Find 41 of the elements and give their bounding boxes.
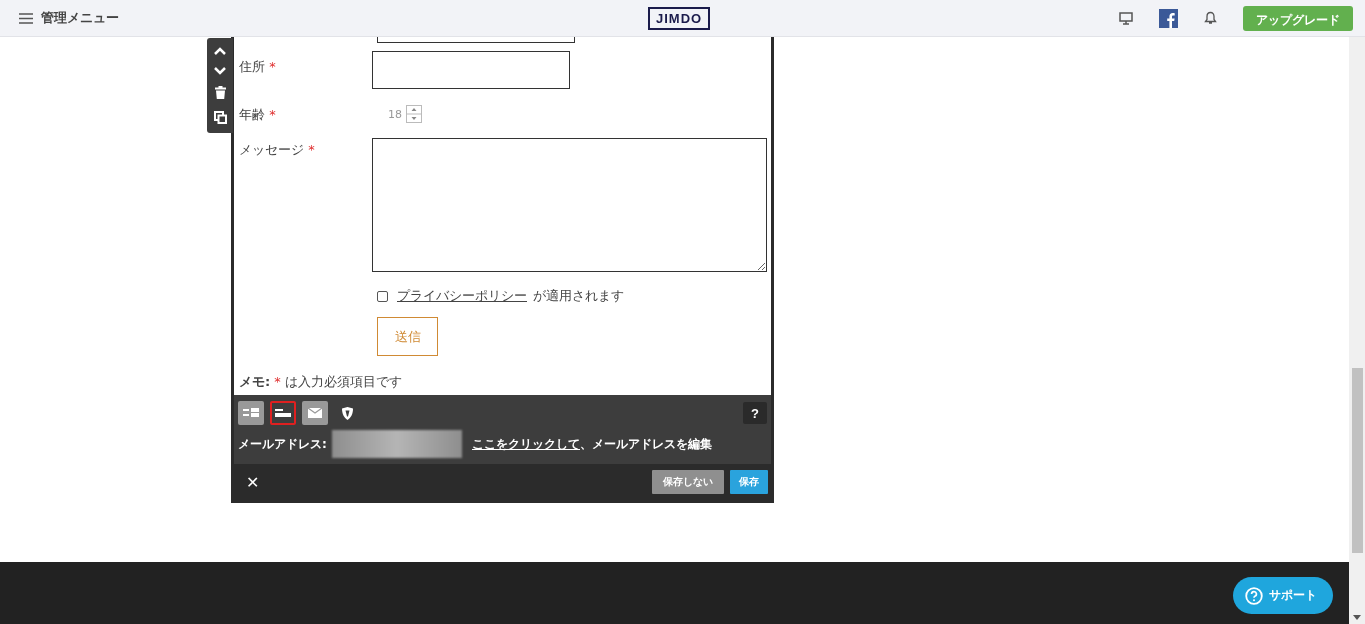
help-button[interactable]: ? (743, 402, 767, 424)
privacy-policy-link[interactable]: プライバシーポリシー (397, 287, 527, 305)
shield-icon (341, 406, 353, 420)
logo[interactable]: JIMDO (648, 7, 711, 30)
scrollbar-thumb[interactable] (1352, 368, 1363, 553)
chevron-down-icon[interactable] (214, 66, 226, 75)
copy-icon[interactable] (213, 111, 227, 125)
scroll-down-icon[interactable] (1353, 615, 1361, 620)
field-label: メッセージ * (239, 141, 316, 159)
required-mark: * (269, 107, 276, 122)
columns-tab[interactable] (238, 401, 264, 425)
privacy-checkbox[interactable] (377, 290, 388, 302)
required-mark: * (269, 59, 276, 74)
trash-icon[interactable] (214, 86, 226, 100)
edit-email-link[interactable]: ここをクリックして (472, 436, 580, 451)
mail-tab[interactable] (302, 401, 328, 425)
number-value: 18 (388, 107, 402, 121)
email-label: メールアドレス: (238, 435, 328, 453)
monitor-icon[interactable] (1119, 11, 1133, 25)
help-circle-icon (1245, 586, 1263, 605)
field-label: 年齢 * (239, 106, 277, 124)
layout-icon (275, 408, 291, 418)
message-field[interactable] (372, 138, 767, 272)
close-button[interactable]: ✕ (246, 472, 259, 492)
memo-text: メモ: * は入力必須項目です (239, 373, 403, 391)
menu-icon[interactable] (19, 12, 33, 24)
layout-icon (243, 408, 259, 418)
chevron-up-icon[interactable] (214, 46, 226, 55)
rows-tab[interactable] (270, 401, 296, 425)
mail-icon (308, 408, 322, 418)
input-field[interactable] (372, 51, 570, 89)
edit-email-text: 、メールアドレスを編集 (580, 436, 712, 451)
menu-label[interactable]: 管理メニュー (41, 9, 119, 27)
input-field[interactable] (377, 37, 575, 43)
bell-icon[interactable] (1204, 11, 1217, 25)
field-label: 住所 * (239, 58, 277, 76)
spinner-icon[interactable] (406, 105, 422, 123)
privacy-text: が適用されます (533, 287, 624, 305)
scrollbar[interactable] (1349, 37, 1365, 624)
required-mark: * (308, 142, 315, 157)
facebook-icon[interactable] (1159, 8, 1178, 28)
